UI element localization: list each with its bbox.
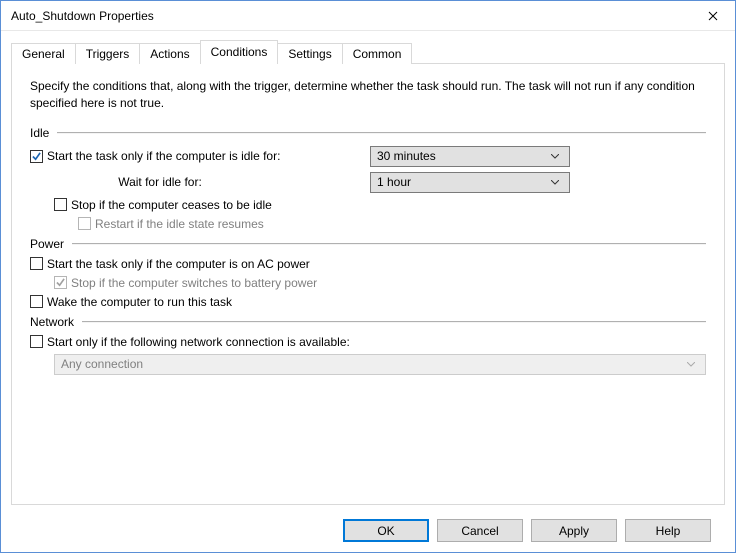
label-wait-idle: Wait for idle for: <box>30 175 370 189</box>
checkbox-start-if-idle[interactable] <box>30 150 43 163</box>
window-title: Auto_Shutdown Properties <box>11 9 690 23</box>
label-stop-on-battery: Stop if the computer switches to battery… <box>71 276 317 290</box>
section-label-network: Network <box>30 315 74 329</box>
select-idle-duration[interactable]: 30 minutes <box>370 146 570 167</box>
label-stop-ceases-idle: Stop if the computer ceases to be idle <box>71 198 272 212</box>
label-wake-to-run: Wake the computer to run this task <box>47 295 232 309</box>
checkbox-stop-ceases-idle[interactable] <box>54 198 67 211</box>
content-area: General Triggers Actions Conditions Sett… <box>1 31 735 552</box>
row-wake-to-run: Wake the computer to run this task <box>30 295 706 309</box>
tab-settings[interactable]: Settings <box>277 43 342 64</box>
dialog-buttons: OK Cancel Apply Help <box>11 505 725 542</box>
chevron-down-icon <box>547 154 563 159</box>
panel-description: Specify the conditions that, along with … <box>30 78 706 112</box>
tab-general[interactable]: General <box>11 43 76 64</box>
label-start-if-network: Start only if the following network conn… <box>47 335 350 349</box>
section-heading-network: Network <box>30 315 706 329</box>
row-start-if-network: Start only if the following network conn… <box>30 335 706 349</box>
divider <box>72 243 706 244</box>
titlebar: Auto_Shutdown Properties <box>1 1 735 31</box>
close-button[interactable] <box>690 1 735 31</box>
tab-conditions[interactable]: Conditions <box>200 40 279 64</box>
tab-actions[interactable]: Actions <box>139 43 200 64</box>
row-start-if-idle: Start the task only if the computer is i… <box>30 146 706 167</box>
checkbox-restart-idle-resumes <box>78 217 91 230</box>
checkbox-start-on-ac[interactable] <box>30 257 43 270</box>
chevron-down-icon <box>683 362 699 367</box>
section-heading-idle: Idle <box>30 126 706 140</box>
help-button[interactable]: Help <box>625 519 711 542</box>
label-start-on-ac: Start the task only if the computer is o… <box>47 257 310 271</box>
row-wait-idle: Wait for idle for: 1 hour <box>30 172 706 193</box>
tab-triggers[interactable]: Triggers <box>75 43 141 64</box>
label-start-if-idle: Start the task only if the computer is i… <box>47 149 280 163</box>
section-heading-power: Power <box>30 237 706 251</box>
apply-button[interactable]: Apply <box>531 519 617 542</box>
row-restart-idle-resumes: Restart if the idle state resumes <box>30 217 706 231</box>
tab-common[interactable]: Common <box>342 43 413 64</box>
close-icon <box>708 11 718 21</box>
tab-strip: General Triggers Actions Conditions Sett… <box>11 39 725 63</box>
section-label-power: Power <box>30 237 64 251</box>
select-network-connection: Any connection <box>54 354 706 375</box>
chevron-down-icon <box>547 180 563 185</box>
ok-button[interactable]: OK <box>343 519 429 542</box>
row-start-on-ac: Start the task only if the computer is o… <box>30 257 706 271</box>
properties-window: Auto_Shutdown Properties General Trigger… <box>0 0 736 553</box>
section-label-idle: Idle <box>30 126 49 140</box>
cancel-button[interactable]: Cancel <box>437 519 523 542</box>
select-wait-idle[interactable]: 1 hour <box>370 172 570 193</box>
checkbox-stop-on-battery <box>54 276 67 289</box>
row-stop-ceases-idle: Stop if the computer ceases to be idle <box>30 198 706 212</box>
checkbox-wake-to-run[interactable] <box>30 295 43 308</box>
row-stop-on-battery: Stop if the computer switches to battery… <box>30 276 706 290</box>
checkbox-start-if-network[interactable] <box>30 335 43 348</box>
row-network-select: Any connection <box>30 354 706 375</box>
divider <box>82 321 706 322</box>
conditions-panel: Specify the conditions that, along with … <box>11 63 725 505</box>
divider <box>57 132 706 133</box>
label-restart-idle-resumes: Restart if the idle state resumes <box>95 217 264 231</box>
